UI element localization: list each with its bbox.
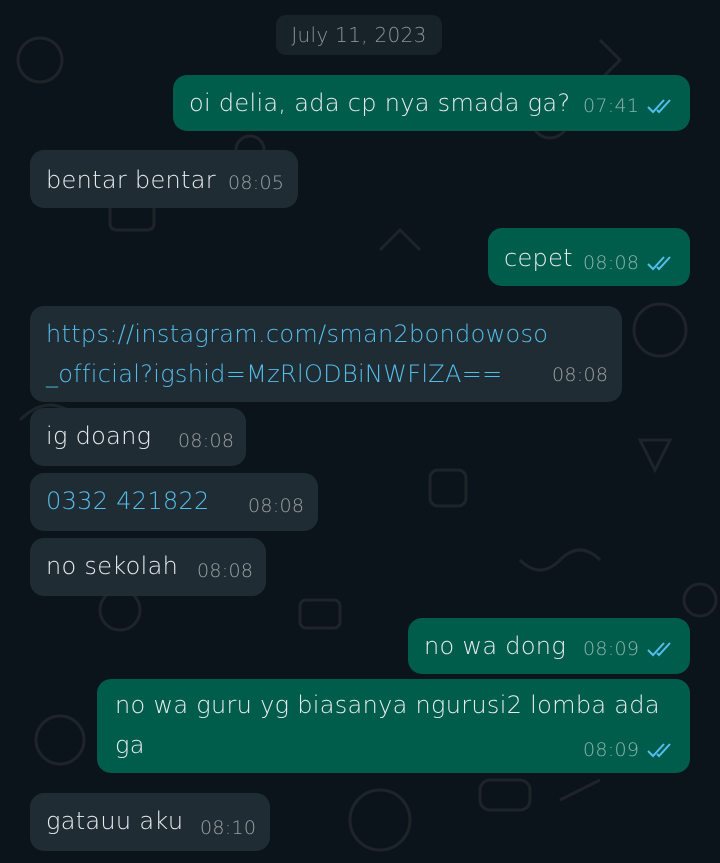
message-time: 08:08 [552,364,609,386]
message-time: 08:08 [583,252,640,274]
date-chip: July 11, 2023 [276,15,442,55]
incoming-message-bubble[interactable]: bentar bentar 08:05 [30,150,298,208]
message-time: 08:08 [178,430,235,452]
message-text: bentar bentar [46,166,216,194]
incoming-message-bubble[interactable]: https://instagram.com/sman2bondowoso _of… [30,306,622,402]
double-check-icon [647,256,672,271]
outgoing-message-bubble[interactable]: no wa guru yg biasanya ngurusi2 lomba ad… [97,679,690,773]
message-link[interactable]: https://instagram.com/sman2bondowoso _of… [46,314,548,394]
message-time: 08:09 [583,638,640,660]
outgoing-message-bubble[interactable]: oi delia, ada cp nya smada ga? 07:41 [173,75,690,131]
double-check-icon [647,743,672,758]
incoming-message-bubble[interactable]: no sekolah 08:08 [30,538,266,596]
outgoing-message-bubble[interactable]: no wa dong 08:09 [408,618,690,674]
message-meta: 08:09 [583,739,675,761]
incoming-message-bubble[interactable]: ig doang 08:08 [30,408,246,466]
message-meta: 08:08 [178,430,234,452]
message-text: ig doang [46,422,152,450]
incoming-message-bubble[interactable]: gatauu aku 08:10 [30,793,270,851]
message-time: 07:41 [583,95,640,117]
message-link[interactable]: 0332 421822 [46,481,210,521]
outgoing-message-bubble[interactable]: cepet 08:08 [488,228,690,286]
message-time: 08:08 [197,560,254,582]
double-check-icon [647,99,672,114]
message-text: no sekolah [46,552,179,580]
message-text: gatauu aku [46,807,184,835]
message-meta: 07:41 [583,95,675,117]
message-meta: 08:08 [248,495,304,517]
message-meta: 08:08 [552,364,608,386]
message-time: 08:08 [248,495,305,517]
message-meta: 08:08 [197,560,253,582]
message-text: oi delia, ada cp nya smada ga? [189,89,571,117]
message-meta: 08:09 [583,638,675,660]
message-text: no wa guru yg biasanya ngurusi2 lomba ad… [115,691,660,759]
incoming-message-bubble[interactable]: 0332 421822 08:08 [30,473,318,531]
message-meta: 08:10 [200,817,256,839]
message-meta: 08:05 [228,172,284,194]
message-time: 08:10 [200,817,257,839]
message-text: cepet [504,244,573,272]
message-time: 08:05 [228,172,285,194]
message-text: no wa dong [424,632,567,660]
message-meta: 08:08 [583,252,675,274]
message-time: 08:09 [583,739,640,761]
double-check-icon [647,642,672,657]
